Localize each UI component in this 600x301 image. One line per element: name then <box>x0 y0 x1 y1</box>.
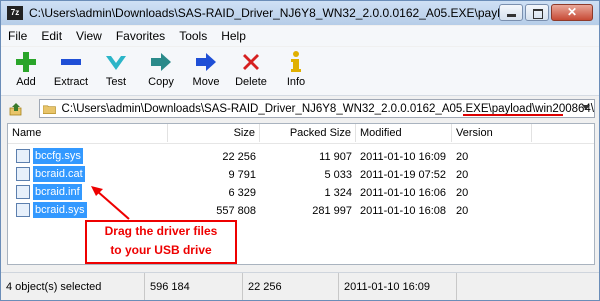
up-folder-icon[interactable] <box>9 102 23 116</box>
file-modified: 2011-01-10 16:08 <box>360 205 447 217</box>
window-controls: ✕ <box>499 4 593 21</box>
file-size: 557 808 <box>216 205 256 217</box>
info-button[interactable]: Info <box>276 47 316 95</box>
file-packed-size: 11 907 <box>319 151 352 163</box>
7zip-app-icon: 7z <box>7 6 23 20</box>
file-version: 20 <box>456 169 469 181</box>
minus-icon <box>61 59 81 65</box>
move-arrow-icon <box>196 53 216 71</box>
folder-icon <box>43 105 56 114</box>
file-version: 20 <box>456 151 469 163</box>
move-button[interactable]: Move <box>186 47 226 95</box>
status-bar: 4 object(s) selected 596 184 22 256 2011… <box>1 272 599 300</box>
file-modified: 2011-01-10 16:09 <box>360 151 447 163</box>
copy-label: Copy <box>148 76 174 88</box>
toolbar: Add Extract Test Copy Move Delete Info <box>1 47 599 96</box>
minimize-button[interactable] <box>499 4 523 21</box>
status-focused-size: 22 256 <box>243 273 339 300</box>
annotation-line-1: Drag the driver files <box>104 224 218 238</box>
annotation-arrow <box>91 186 130 220</box>
extract-button[interactable]: Extract <box>51 47 91 95</box>
file-icon <box>16 203 30 217</box>
file-name-cell: bcraid.inf <box>16 184 82 200</box>
file-size: 9 791 <box>228 169 256 181</box>
file-version: 20 <box>456 187 469 199</box>
file-packed-size: 5 033 <box>324 169 352 181</box>
file-icon <box>16 149 30 163</box>
info-label: Info <box>286 76 306 88</box>
status-modified: 2011-01-10 16:09 <box>339 273 457 300</box>
address-path: C:\Users\admin\Downloads\SAS-RAID_Driver… <box>61 102 594 115</box>
column-name[interactable]: Name <box>8 124 168 142</box>
file-modified: 2011-01-10 16:06 <box>360 187 447 199</box>
maximize-icon <box>533 9 543 19</box>
menu-help[interactable]: Help <box>214 29 253 43</box>
menu-edit[interactable]: Edit <box>34 29 69 43</box>
plus-icon <box>16 52 36 72</box>
column-header-row: Name Size Packed Size Modified Version <box>8 124 594 144</box>
table-row[interactable]: bcraid.cat 9 791 5 033 2011-01-19 07:52 … <box>8 166 594 184</box>
status-selection-count: 4 object(s) selected <box>1 273 145 300</box>
window: 7z C:\Users\admin\Downloads\SAS-RAID_Dri… <box>0 0 600 301</box>
file-icon <box>16 185 30 199</box>
table-row[interactable]: bccfg.sys 22 256 11 907 2011-01-10 16:09… <box>8 148 594 166</box>
file-name-cell: bcraid.cat <box>16 166 85 182</box>
file-icon <box>16 167 30 181</box>
file-version: 20 <box>456 205 469 217</box>
copy-button[interactable]: Copy <box>141 47 181 95</box>
file-name: bcraid.sys <box>33 202 87 218</box>
maximize-button[interactable] <box>525 4 549 21</box>
menu-view[interactable]: View <box>69 29 109 43</box>
minimize-icon <box>507 14 516 17</box>
test-button[interactable]: Test <box>96 47 136 95</box>
close-icon: ✕ <box>566 5 578 19</box>
checkmark-icon <box>106 56 126 70</box>
file-name: bcraid.cat <box>33 166 85 182</box>
column-modified[interactable]: Modified <box>356 124 452 142</box>
path-highlight-underline <box>463 114 563 116</box>
file-modified: 2011-01-19 07:52 <box>360 169 447 181</box>
window-title: C:\Users\admin\Downloads\SAS-RAID_Driver… <box>29 6 499 20</box>
delete-x-icon <box>243 54 259 70</box>
file-name: bcraid.inf <box>33 184 82 200</box>
annotation-line-2: to your USB drive <box>110 243 212 257</box>
file-packed-size: 281 997 <box>312 205 352 217</box>
info-icon <box>291 51 301 72</box>
menu-tools[interactable]: Tools <box>172 29 214 43</box>
move-label: Move <box>192 76 220 88</box>
file-name: bccfg.sys <box>33 148 83 164</box>
delete-button[interactable]: Delete <box>231 47 271 95</box>
menu-bar: File Edit View Favorites Tools Help <box>1 26 599 46</box>
column-size[interactable]: Size <box>168 124 260 142</box>
chevron-down-icon[interactable] <box>582 105 590 110</box>
file-name-cell: bcraid.sys <box>16 202 87 218</box>
column-version[interactable]: Version <box>452 124 532 142</box>
file-name-cell: bccfg.sys <box>16 148 83 164</box>
close-button[interactable]: ✕ <box>551 4 593 21</box>
menu-favorites[interactable]: Favorites <box>109 29 172 43</box>
delete-label: Delete <box>235 76 267 88</box>
annotation-callout: Drag the driver files to your USB drive <box>85 220 237 264</box>
add-button[interactable]: Add <box>6 47 46 95</box>
file-size: 6 329 <box>228 187 256 199</box>
address-bar: C:\Users\admin\Downloads\SAS-RAID_Driver… <box>1 97 599 121</box>
column-packed-size[interactable]: Packed Size <box>260 124 356 142</box>
copy-arrow-icon <box>151 53 171 71</box>
test-label: Test <box>105 76 127 88</box>
add-label: Add <box>16 76 36 88</box>
extract-label: Extract <box>53 76 89 88</box>
menu-file[interactable]: File <box>1 29 34 43</box>
file-size: 22 256 <box>222 151 256 163</box>
status-total-size: 596 184 <box>145 273 243 300</box>
title-bar[interactable]: 7z C:\Users\admin\Downloads\SAS-RAID_Dri… <box>1 1 599 25</box>
file-packed-size: 1 324 <box>324 187 352 199</box>
